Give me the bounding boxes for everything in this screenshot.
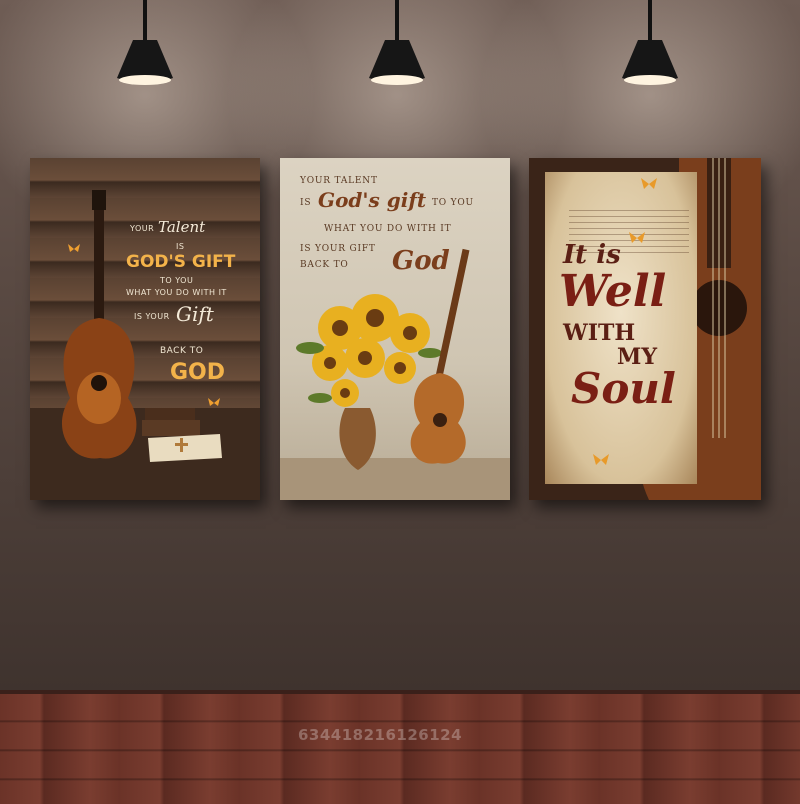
left-text-what-you-do: WHAT YOU DO WITH IT: [126, 288, 227, 297]
canvas-middle: YOUR TALENT IS God's gift TO YOU WHAT YO…: [280, 158, 510, 500]
left-text-is-your: IS YOUR: [134, 312, 170, 321]
left-text-to-you: TO YOU: [160, 276, 194, 285]
canvas-right: It is Well WITH MY Soul: [529, 158, 761, 500]
butterfly-icon: [68, 244, 80, 252]
middle-text-gods-gift: God's gift: [318, 188, 427, 212]
middle-text-god: God: [392, 246, 450, 276]
watermark-number: 634418216126124: [298, 726, 463, 744]
left-text-is: IS: [176, 242, 185, 251]
left-text-gods-gift: GOD'S GIFT: [126, 252, 236, 272]
left-text-talent: Talent: [158, 218, 206, 236]
canvas-left: YOUR Talent IS GOD'S GIFT TO YOU WHAT YO…: [30, 158, 260, 500]
butterfly-icon: [641, 178, 657, 189]
right-text-well: Well: [559, 266, 667, 317]
right-text-soul: Soul: [571, 364, 676, 413]
butterfly-icon: [593, 454, 609, 465]
ceiling-lamp-right: [622, 0, 678, 85]
ceiling-lamp-left: [117, 0, 173, 85]
middle-text-is: IS: [300, 198, 312, 208]
middle-text-what-you-do: WHAT YOU DO WITH IT: [324, 224, 452, 234]
wooden-floor: [0, 690, 800, 804]
right-text-with: WITH: [563, 320, 636, 346]
butterfly-icon: [629, 232, 645, 243]
guitar-illustration-left: [30, 190, 260, 500]
left-text-god: GOD: [170, 360, 226, 385]
left-text-back-to: BACK TO: [160, 346, 204, 356]
butterfly-icon: [208, 398, 220, 406]
left-text-your: YOUR: [130, 224, 155, 233]
ceiling-lamp-center: [369, 0, 425, 85]
middle-text-to-you: TO YOU: [432, 198, 474, 208]
left-text-gift: Gift: [176, 302, 214, 326]
middle-text-is-your-gift: IS YOUR GIFT: [300, 244, 376, 254]
middle-text-back-to: BACK TO: [300, 260, 349, 270]
middle-text-your-talent: YOUR TALENT: [300, 176, 378, 186]
